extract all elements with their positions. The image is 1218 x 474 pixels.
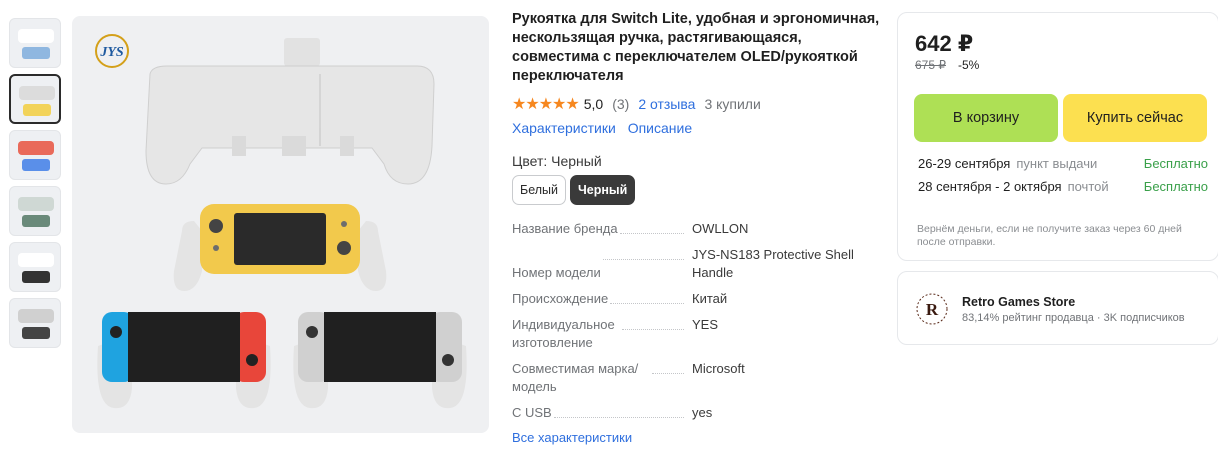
seller-subscribers: 3K подписчиков — [1103, 312, 1185, 324]
delivery-cost: Бесплатно — [1143, 179, 1208, 194]
thumbnail-strip — [9, 18, 65, 354]
thumbnail-3[interactable] — [9, 130, 61, 180]
spec-row: Совместимая марка/модель Microsoft — [512, 360, 882, 396]
delivery-method: пункт выдачи — [1016, 156, 1098, 171]
spec-key: С USB — [512, 404, 554, 422]
main-product-image[interactable]: JYS — [72, 16, 489, 433]
color-label: Цвет: Черный — [512, 153, 602, 169]
seller-logo-icon: R — [916, 293, 948, 325]
seller-meta: 83,14% рейтинг продавца · 3K подписчиков — [962, 312, 1185, 324]
spec-key: Происхождение — [512, 290, 611, 308]
delivery-option-pickup: 26-29 сентября пункт выдачи Бесплатно — [918, 156, 1208, 171]
rating-value: 5,0 — [583, 96, 604, 112]
spec-key: Индивидуальное изготовление — [512, 316, 622, 352]
buy-now-button[interactable]: Купить сейчас — [1063, 94, 1207, 142]
yellow-console-image — [173, 204, 387, 291]
specs-list: Название бренда OWLLON Номер модели JYS-… — [512, 220, 882, 430]
spec-value: OWLLON — [692, 221, 749, 236]
spec-row: Происхождение Китай — [512, 290, 882, 308]
seller-meta-separator: · — [1096, 312, 1101, 324]
current-price: 642 ₽ — [915, 31, 974, 56]
spec-row: С USB yes — [512, 404, 882, 422]
bought-count: 3 купили — [704, 96, 761, 112]
spec-key: Название бренда — [512, 220, 620, 238]
neon-console-image — [97, 312, 271, 409]
delivery-date: 26-29 сентября — [918, 156, 1011, 171]
color-option-white[interactable]: Белый — [512, 175, 567, 205]
add-to-cart-button[interactable]: В корзину — [914, 94, 1058, 142]
spec-value: Microsoft — [692, 361, 745, 376]
seller-card[interactable]: R Retro Games Store 83,14% рейтинг прода… — [897, 271, 1218, 345]
tab-characteristics[interactable]: Характеристики — [512, 120, 616, 136]
color-option-black[interactable]: Черный — [570, 175, 636, 205]
spec-value: Китай — [692, 291, 728, 306]
delivery-date: 28 сентября - 2 октября — [918, 179, 1062, 194]
product-info: Рукоятка для Switch Lite, удобная и эрго… — [512, 10, 882, 205]
old-price: 675 ₽ — [915, 58, 946, 72]
thumbnail-4[interactable] — [9, 186, 61, 236]
brand-logo: JYS — [95, 34, 129, 68]
thumbnail-6[interactable] — [9, 298, 61, 348]
reviews-link[interactable]: 2 отзыва — [638, 96, 695, 112]
product-illustration: JYS — [95, 34, 467, 409]
spec-row: Индивидуальное изготовление YES — [512, 316, 882, 352]
thumbnail-1[interactable] — [9, 18, 61, 68]
seller-name[interactable]: Retro Games Store — [962, 295, 1075, 309]
rating-count: (3) — [612, 96, 630, 112]
color-options: Белый Черный — [512, 175, 882, 205]
seller-rating: 83,14% рейтинг продавца — [962, 312, 1094, 324]
refund-note: Вернём деньги, если не получите заказ че… — [917, 223, 1182, 248]
delivery-option-post: 28 сентября - 2 октября почтой Бесплатно — [918, 179, 1208, 194]
spec-key: Совместимая марка/модель — [512, 360, 652, 396]
thumbnail-5[interactable] — [9, 242, 61, 292]
spec-value: JYS-NS183 Protective Shell Handle — [692, 247, 854, 280]
delivery-cost: Бесплатно — [1143, 156, 1208, 171]
product-title: Рукоятка для Switch Lite, удобная и эрго… — [512, 11, 880, 84]
white-grip-image — [145, 38, 435, 185]
spec-row: Номер модели JYS-NS183 Protective Shell … — [512, 246, 882, 282]
tab-description[interactable]: Описание — [628, 120, 692, 136]
rating-row: ★★★★★ 5,0 (3) 2 отзыва 3 купили — [512, 94, 882, 114]
svg-text:R: R — [926, 300, 939, 319]
discount-badge: -5% — [958, 58, 980, 72]
spec-value: YES — [692, 317, 719, 332]
grey-console-image — [293, 312, 467, 409]
spec-row: Название бренда OWLLON — [512, 220, 882, 238]
info-tabs: Характеристики Описание — [512, 120, 882, 136]
thumbnail-2[interactable] — [9, 74, 61, 124]
svg-text:JYS: JYS — [99, 45, 124, 60]
purchase-card: 642 ₽ 675 ₽ -5% В корзину Купить сейчас … — [897, 12, 1218, 261]
spec-value: yes — [692, 405, 713, 420]
all-specs-link[interactable]: Все характеристики — [512, 430, 632, 445]
delivery-method: почтой — [1067, 179, 1109, 194]
spec-key: Номер модели — [512, 264, 603, 282]
rating-stars-icon: ★★★★★ — [512, 96, 580, 113]
